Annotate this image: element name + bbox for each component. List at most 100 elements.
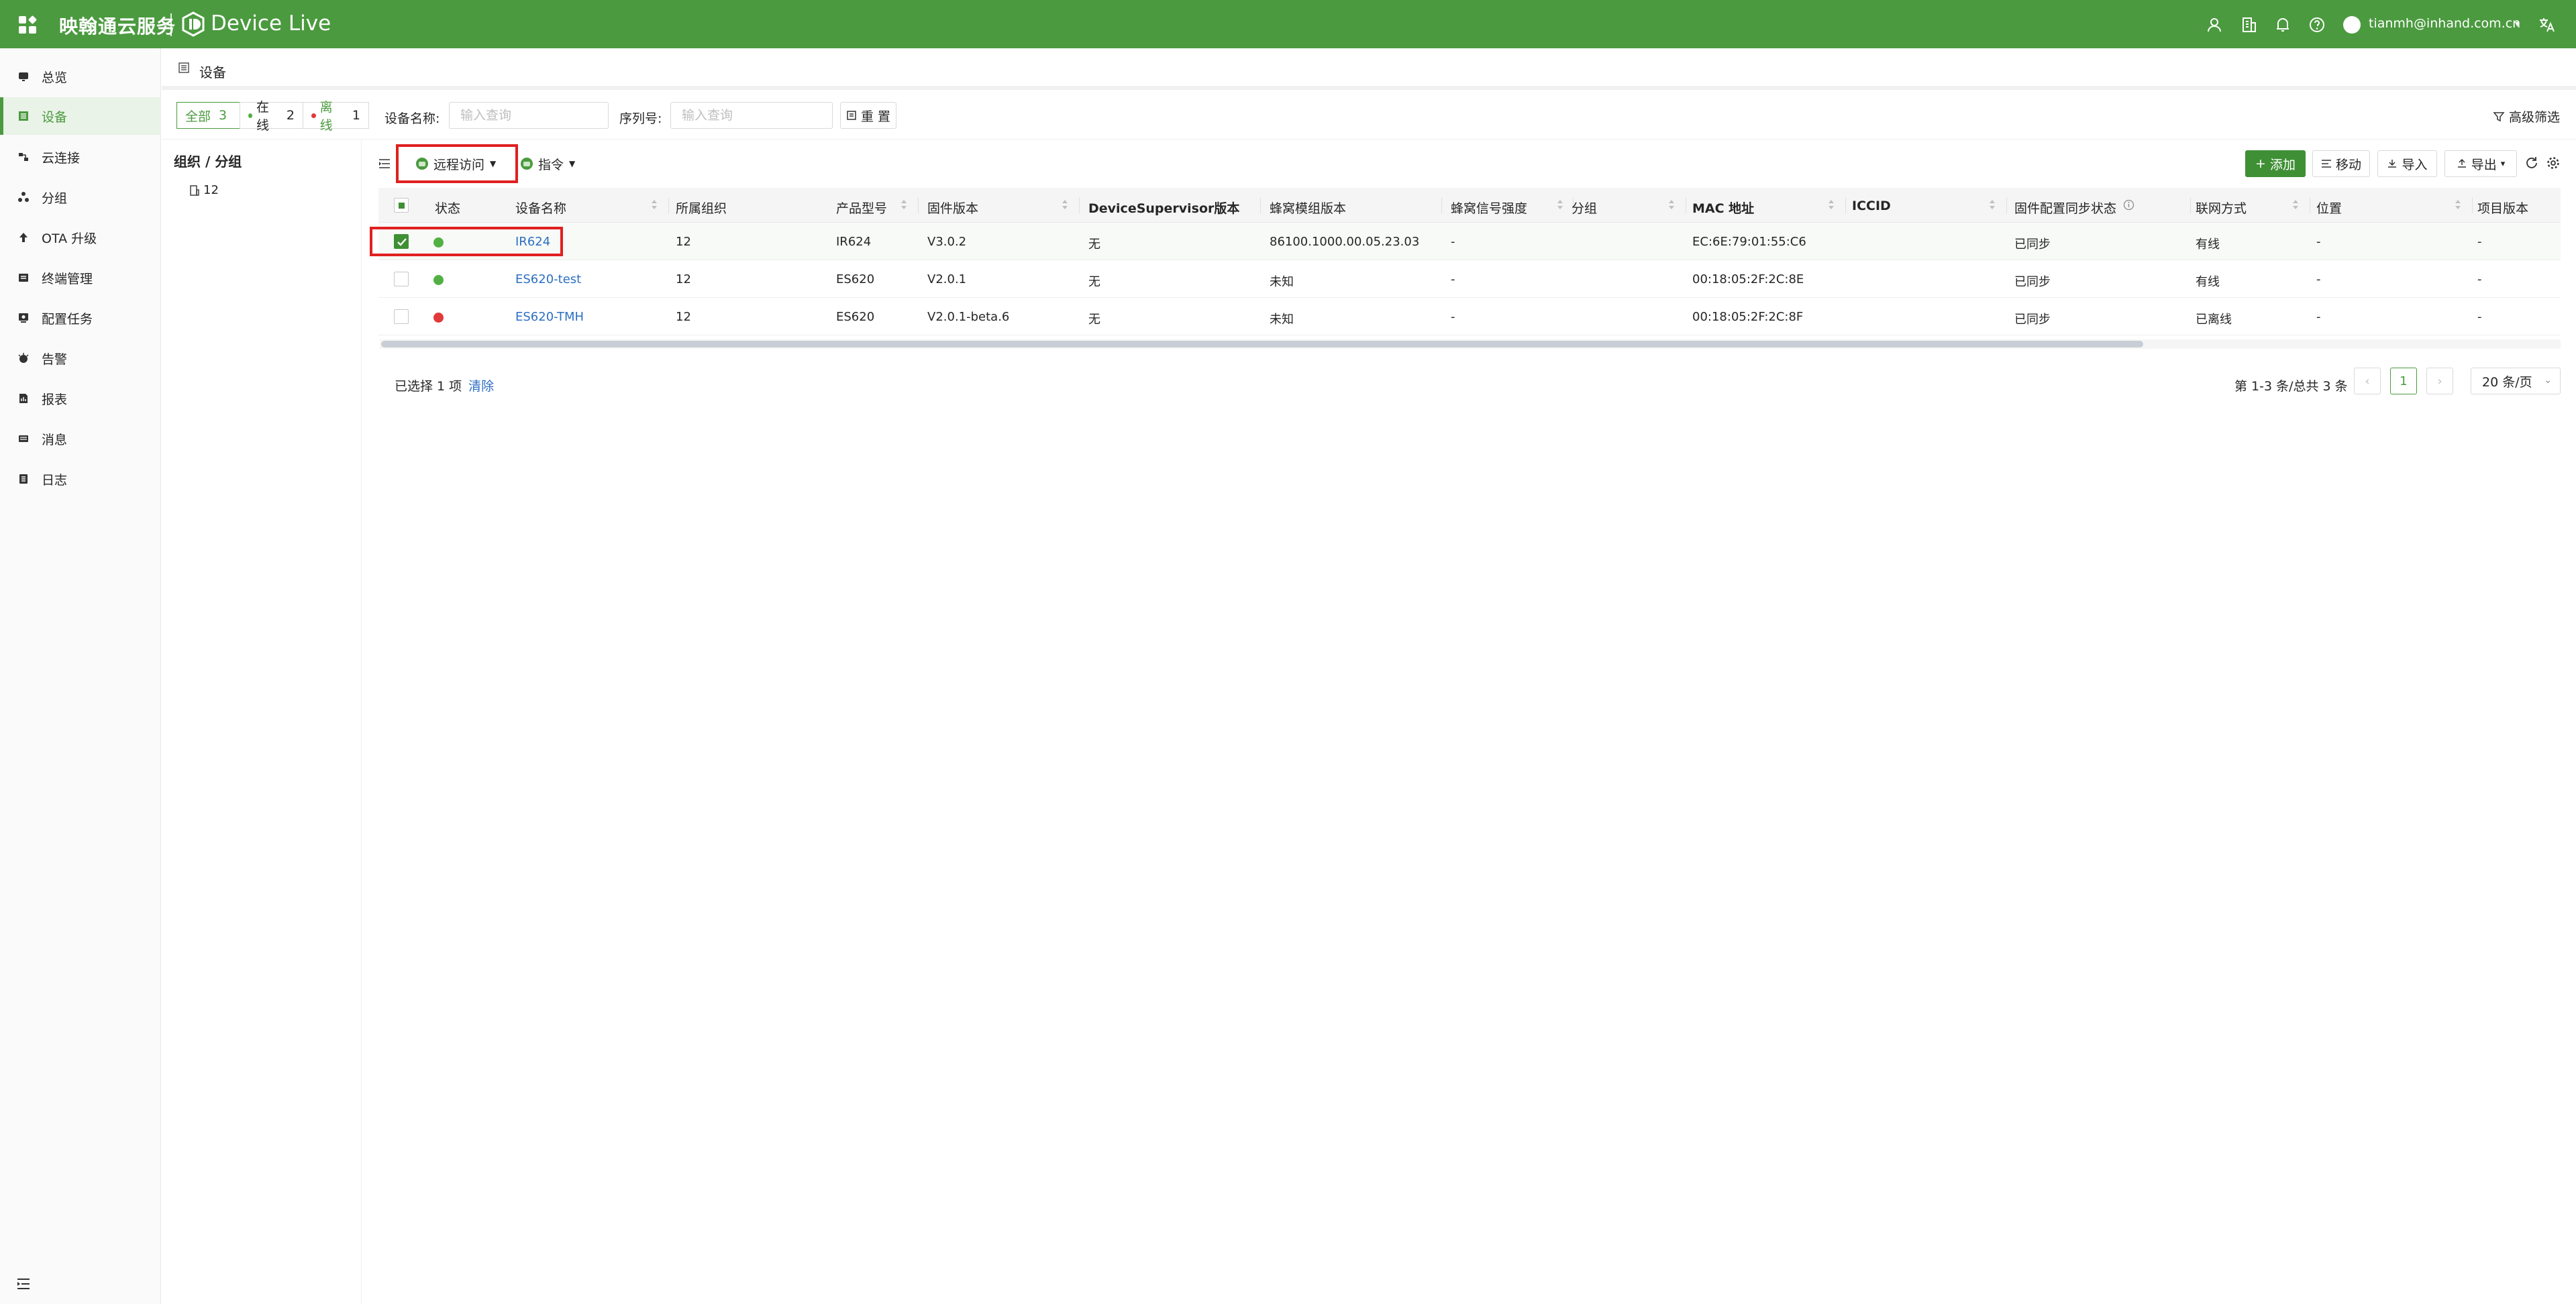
cell-network: 有线 — [2196, 237, 2220, 252]
next-page-button[interactable]: › — [2426, 368, 2453, 394]
col-model[interactable]: 产品型号 — [836, 199, 887, 217]
help-icon[interactable] — [2308, 16, 2326, 34]
cell-location: - — [2316, 235, 2321, 249]
apps-grid-icon[interactable] — [19, 15, 38, 35]
chevron-down-icon: ▼ — [569, 159, 576, 168]
sort-icon[interactable] — [651, 197, 658, 212]
sidebar-item-terminal[interactable]: 终端管理 — [0, 259, 161, 296]
bell-icon[interactable] — [2274, 16, 2291, 34]
tree-node-12[interactable]: 12 — [190, 183, 219, 197]
filter-all-tab[interactable]: 全部 3 — [176, 102, 240, 129]
page-1-button[interactable]: 1 — [2390, 368, 2417, 394]
device-name-label: 设备名称: — [384, 111, 440, 126]
cell-firmware: V2.0.1-beta.6 — [927, 310, 1010, 324]
sidebar-item-label: 日志 — [42, 472, 68, 488]
sidebar-item-cloud-connect[interactable]: 云连接 — [0, 138, 161, 176]
table-row[interactable]: ES620-test 12 ES620 V2.0.1 无 未知 - 00:18:… — [378, 260, 2561, 298]
cell-network: 已离线 — [2196, 313, 2232, 327]
col-location[interactable]: 位置 — [2316, 199, 2342, 217]
sort-icon[interactable] — [1668, 197, 1675, 212]
col-network[interactable]: 联网方式 — [2196, 199, 2247, 217]
annotation-highlight-row-ir624 — [370, 227, 563, 256]
reset-button[interactable]: 重 置 — [840, 102, 896, 129]
refresh-icon[interactable] — [2524, 156, 2539, 170]
sidebar-item-groups[interactable]: 分组 — [0, 178, 161, 216]
user-icon[interactable] — [2206, 16, 2223, 34]
sort-icon[interactable] — [900, 197, 907, 212]
horizontal-scrollbar[interactable] — [380, 339, 2561, 349]
sort-icon[interactable] — [1062, 197, 1068, 212]
move-button[interactable]: 移动 — [2312, 150, 2370, 177]
building-icon[interactable] — [2240, 16, 2258, 34]
sidebar-item-overview[interactable]: 总览 — [0, 58, 161, 95]
sort-icon[interactable] — [2455, 197, 2461, 212]
sidebar-item-label: 告警 — [42, 351, 68, 367]
brand-name: 映翰通云服务 — [59, 15, 176, 38]
row-checkbox[interactable] — [394, 309, 409, 324]
cell-location: - — [2316, 310, 2321, 324]
cell-firmware: V3.0.2 — [927, 235, 967, 249]
table-row[interactable]: IR624 12 IR624 V3.0.2 无 86100.1000.00.05… — [378, 223, 2561, 260]
cell-sync: 已同步 — [2014, 313, 2051, 327]
sidebar-item-label: 终端管理 — [42, 271, 93, 286]
col-group[interactable]: 分组 — [1572, 199, 1597, 217]
cell-module: 未知 — [1270, 275, 1294, 289]
col-firmware[interactable]: 固件版本 — [927, 199, 978, 217]
scrollbar-thumb[interactable] — [381, 341, 2143, 347]
product-name: Device Live — [211, 11, 331, 36]
import-button[interactable]: 导入 — [2377, 150, 2437, 177]
user-menu-caret-icon[interactable]: ▾ — [2515, 19, 2520, 30]
sidebar-item-alarm[interactable]: 告警 — [0, 339, 161, 377]
column-settings-icon[interactable] — [378, 158, 391, 169]
select-all-checkbox[interactable] — [394, 198, 409, 213]
cell-mac: 00:18:05:2F:2C:8F — [1692, 310, 1804, 324]
device-name-link[interactable]: ES620-test — [515, 272, 581, 286]
filter-offline-tab[interactable]: 离线 1 — [303, 100, 369, 133]
user-email[interactable]: tianmh@inhand.com.cn — [2369, 16, 2520, 31]
cell-signal: - — [1451, 272, 1455, 286]
col-device-name[interactable]: 设备名称 — [515, 199, 566, 217]
clear-selection-link[interactable]: 清除 — [468, 379, 494, 394]
add-button[interactable]: + 添加 — [2245, 150, 2306, 177]
sort-icon[interactable] — [1989, 197, 1996, 212]
sort-icon[interactable] — [1557, 197, 1563, 212]
cell-mac: EC:6E:79:01:55:C6 — [1692, 235, 1806, 249]
cloud-connect-icon — [19, 153, 28, 161]
command-button[interactable]: 指令 ▼ — [521, 152, 575, 176]
sidebar-item-log[interactable]: 日志 — [0, 460, 161, 498]
sidebar-item-config-task[interactable]: 配置任务 — [0, 299, 161, 337]
filter-online-tab[interactable]: 在线 2 — [240, 100, 303, 133]
sort-icon[interactable] — [2292, 197, 2299, 212]
col-iccid[interactable]: ICCID — [1852, 199, 1891, 213]
tree-node-label: 12 — [203, 183, 219, 197]
sidebar-item-message[interactable]: 消息 — [0, 420, 161, 457]
filter-icon — [2493, 111, 2505, 121]
sidebar-collapse-icon[interactable] — [16, 1277, 31, 1291]
advanced-filter-button[interactable]: 高级筛选 — [2493, 107, 2560, 125]
org-group-tree: 组织 / 分组 12 — [162, 140, 362, 1304]
col-signal[interactable]: 蜂窝信号强度 — [1451, 199, 1527, 217]
sort-icon[interactable] — [1828, 197, 1835, 212]
device-name-input[interactable] — [449, 102, 609, 129]
col-status: 状态 — [435, 201, 461, 216]
gear-icon[interactable] — [2546, 156, 2561, 170]
table-row[interactable]: ES620-TMH 12 ES620 V2.0.1-beta.6 无 未知 - … — [378, 298, 2561, 335]
col-mac[interactable]: MAC 地址 — [1692, 199, 1754, 217]
page-size-select[interactable]: 20 条/页 ⌄ — [2471, 368, 2561, 394]
sidebar-item-ota[interactable]: OTA 升级 — [0, 219, 161, 256]
prev-page-button[interactable]: ‹ — [2354, 368, 2381, 394]
translate-icon[interactable] — [2538, 16, 2555, 34]
advanced-filter-label: 高级筛选 — [2508, 110, 2560, 125]
device-live-logo-icon — [182, 11, 205, 37]
export-button[interactable]: 导出 ▾ — [2444, 150, 2517, 177]
serial-number-input[interactable] — [670, 102, 833, 129]
sidebar-item-report[interactable]: 报表 — [0, 380, 161, 417]
cell-module: 未知 — [1270, 313, 1294, 327]
info-icon[interactable] — [2123, 199, 2134, 211]
cell-org: 12 — [676, 310, 691, 324]
sidebar-item-label: 配置任务 — [42, 311, 93, 327]
device-name-link[interactable]: ES620-TMH — [515, 310, 584, 324]
sidebar-item-devices[interactable]: 设备 — [0, 97, 161, 135]
row-checkbox[interactable] — [394, 272, 409, 286]
avatar[interactable] — [2343, 16, 2361, 34]
